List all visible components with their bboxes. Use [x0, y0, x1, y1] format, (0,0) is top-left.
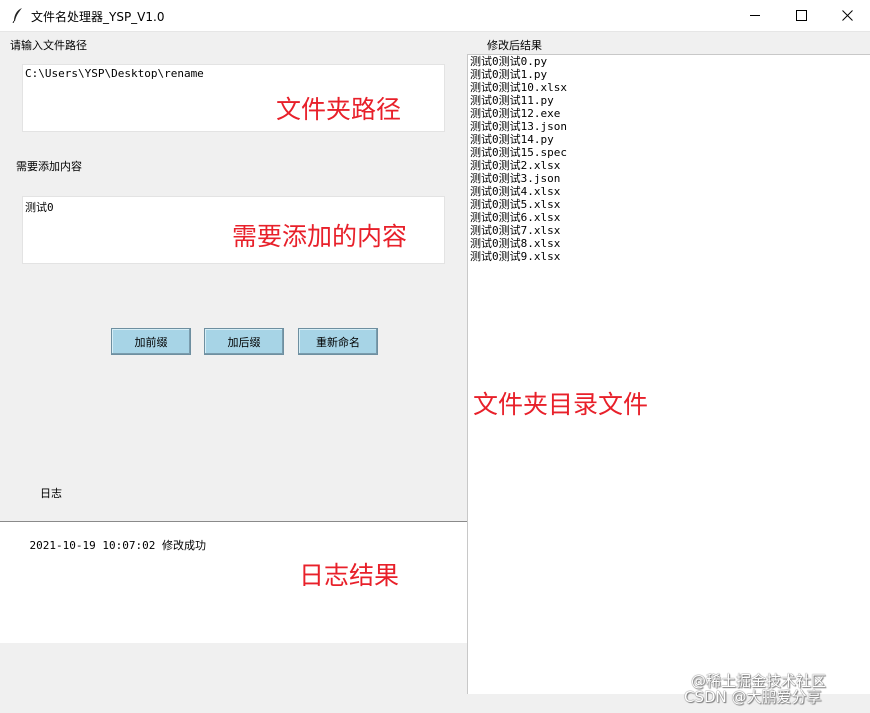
path-label: 请输入文件路径 — [10, 39, 87, 52]
list-item[interactable]: 测试0测试1.py — [468, 68, 870, 81]
list-item[interactable]: 测试0测试2.xlsx — [468, 159, 870, 172]
list-item[interactable]: 测试0测试9.xlsx — [468, 250, 870, 263]
add-prefix-button[interactable]: 加前缀 — [111, 328, 191, 355]
log-entry: 2021-10-19 10:07:02 修改成功 — [29, 539, 206, 552]
list-item[interactable]: 测试0测试13.json — [468, 120, 870, 133]
maximize-button[interactable] — [778, 0, 824, 31]
title-bar[interactable]: 文件名处理器_YSP_V1.0 — [0, 0, 870, 32]
list-item[interactable]: 测试0测试0.py — [468, 55, 870, 68]
list-item[interactable]: 测试0测试10.xlsx — [468, 81, 870, 94]
list-item[interactable]: 测试0测试6.xlsx — [468, 211, 870, 224]
content-label: 需要添加内容 — [16, 160, 82, 173]
list-item[interactable]: 测试0测试5.xlsx — [468, 198, 870, 211]
log-label: 日志 — [40, 487, 62, 500]
minimize-icon — [749, 15, 760, 16]
watermark-csdn: CSDN @大鹏爱分享 — [684, 688, 822, 706]
list-item[interactable]: 测试0测试11.py — [468, 94, 870, 107]
list-item[interactable]: 测试0测试7.xlsx — [468, 224, 870, 237]
minimize-button[interactable] — [732, 0, 778, 31]
list-item[interactable]: 测试0测试14.py — [468, 133, 870, 146]
annotation-content-to-add: 需要添加的内容 — [232, 222, 408, 251]
annotation-folder-path: 文件夹路径 — [276, 95, 402, 124]
add-suffix-button[interactable]: 加后缀 — [204, 328, 284, 355]
close-icon — [841, 10, 853, 21]
list-item[interactable]: 测试0测试12.exe — [468, 107, 870, 120]
maximize-icon — [795, 10, 807, 21]
window-title: 文件名处理器_YSP_V1.0 — [31, 10, 165, 24]
annotation-log-result: 日志结果 — [299, 561, 400, 590]
result-listbox[interactable]: 测试0测试0.py 测试0测试1.py 测试0测试10.xlsx 测试0测试11… — [467, 54, 870, 694]
feather-icon — [12, 8, 22, 23]
list-item[interactable]: 测试0测试8.xlsx — [468, 237, 870, 250]
annotation-folder-files: 文件夹目录文件 — [473, 390, 649, 419]
list-item[interactable]: 测试0测试4.xlsx — [468, 185, 870, 198]
app-window: 文件名处理器_YSP_V1.0 请输入文件路径 C:\Users\YSP\Des… — [0, 0, 870, 713]
list-item[interactable]: 测试0测试15.spec — [468, 146, 870, 159]
rename-button[interactable]: 重新命名 — [298, 328, 378, 355]
result-label: 修改后结果 — [487, 39, 542, 52]
list-item[interactable]: 测试0测试3.json — [468, 172, 870, 185]
close-button[interactable] — [824, 0, 870, 31]
